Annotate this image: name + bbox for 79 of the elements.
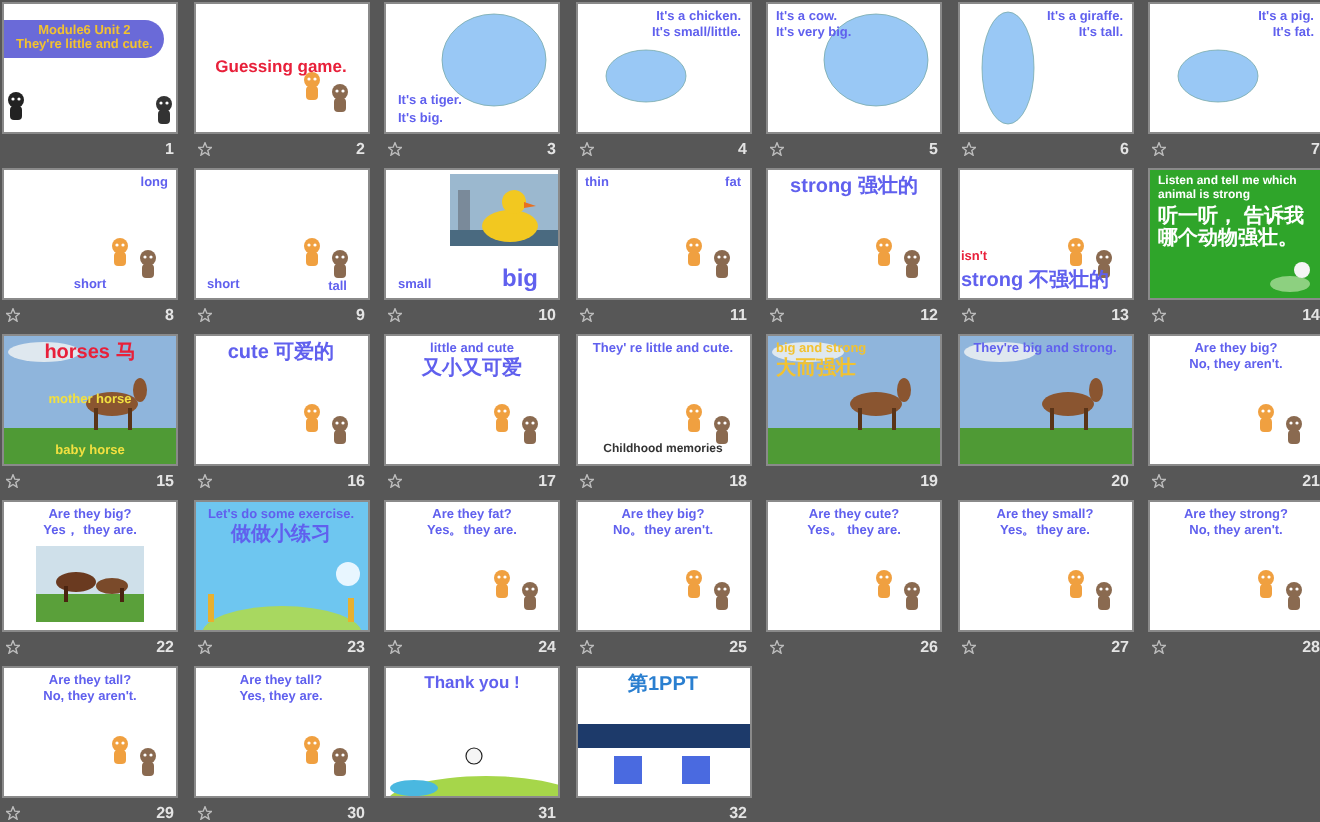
ellipse-shape xyxy=(604,49,686,103)
star-icon[interactable] xyxy=(388,142,402,156)
slide-text: horses 马 xyxy=(44,342,136,365)
star-icon[interactable] xyxy=(770,308,784,322)
slide-number: 15 xyxy=(156,472,174,490)
star-icon[interactable] xyxy=(388,308,402,322)
slide-number: 1 xyxy=(165,140,174,158)
slide-text: 大而强壮 xyxy=(776,358,856,382)
slide-number: 2 xyxy=(356,140,365,158)
slide-number: 31 xyxy=(538,804,556,822)
slide-number: 7 xyxy=(1311,140,1320,158)
slide-text: 听一听， 告诉我哪个动物强壮。 xyxy=(1158,205,1306,252)
slide-number: 30 xyxy=(347,804,365,822)
slide-number: 21 xyxy=(1302,472,1320,490)
star-icon[interactable] xyxy=(197,640,211,654)
slide-thumbnail[interactable]: strong 强壮的 xyxy=(768,170,940,298)
star-icon[interactable] xyxy=(6,806,20,820)
star-icon[interactable] xyxy=(579,142,593,156)
star-icon[interactable] xyxy=(197,142,211,156)
slide-number: 27 xyxy=(1111,638,1129,656)
star-icon[interactable] xyxy=(961,640,975,654)
slide-number: 17 xyxy=(538,472,556,490)
star-icon[interactable] xyxy=(388,640,402,654)
star-icon[interactable] xyxy=(961,142,975,156)
star-icon[interactable] xyxy=(770,640,784,654)
slide-text: 做做小练习 xyxy=(231,524,331,548)
star-icon[interactable] xyxy=(1152,474,1166,488)
slide-text: cute 可爱的 xyxy=(227,342,335,365)
slide-number: 28 xyxy=(1302,638,1320,656)
slide-thumbnail[interactable]: 第1PPT xyxy=(577,668,749,796)
slide-number: 6 xyxy=(1120,140,1129,158)
slide-number: 32 xyxy=(729,804,747,822)
star-icon[interactable] xyxy=(1152,308,1166,322)
star-icon[interactable] xyxy=(1152,142,1166,156)
slide-text: strong 不强壮的 xyxy=(961,269,1109,292)
slide-thumbnail[interactable]: Guessing game. xyxy=(195,4,367,132)
slide-number: 24 xyxy=(538,638,556,656)
ellipse-shape xyxy=(980,11,1034,125)
star-icon[interactable] xyxy=(197,806,211,820)
slide-number: 10 xyxy=(538,306,556,324)
slide-text: Thank you ! xyxy=(424,674,520,694)
star-icon[interactable] xyxy=(6,308,20,322)
slide-thumbnail[interactable]: Thank you ! xyxy=(386,668,558,796)
slide-number: 19 xyxy=(920,472,938,490)
slide-number: 9 xyxy=(356,306,365,324)
star-icon[interactable] xyxy=(579,308,593,322)
slide-number: 20 xyxy=(1111,472,1129,490)
slide-text: strong 强壮的 xyxy=(790,176,918,199)
slide-number: 4 xyxy=(738,140,747,158)
slide-number: 22 xyxy=(156,638,174,656)
slide-number: 8 xyxy=(165,306,174,324)
star-icon[interactable] xyxy=(579,474,593,488)
slide-number: 16 xyxy=(347,472,365,490)
star-icon[interactable] xyxy=(1152,640,1166,654)
star-icon[interactable] xyxy=(197,474,211,488)
star-icon[interactable] xyxy=(6,474,20,488)
star-icon[interactable] xyxy=(770,142,784,156)
star-icon[interactable] xyxy=(197,308,211,322)
slide-number: 3 xyxy=(547,140,556,158)
slide-text: 又小又可爱 xyxy=(422,358,522,382)
slide-number: 11 xyxy=(730,306,747,324)
slide-number: 25 xyxy=(729,638,747,656)
slide-number: 5 xyxy=(929,140,938,158)
ellipse-shape xyxy=(1177,49,1259,103)
slide-text: 第1PPT xyxy=(627,674,698,697)
star-icon[interactable] xyxy=(6,640,20,654)
slide-number: 26 xyxy=(920,638,938,656)
star-icon[interactable] xyxy=(579,640,593,654)
slide-number: 13 xyxy=(1111,306,1129,324)
slide-number: 29 xyxy=(156,804,174,822)
slide-number: 14 xyxy=(1302,306,1320,324)
star-icon[interactable] xyxy=(388,474,402,488)
star-icon[interactable] xyxy=(961,308,975,322)
slide-text: Guessing game. xyxy=(215,58,347,78)
slide-number: 23 xyxy=(347,638,365,656)
slide-text: big xyxy=(502,266,538,294)
slide-number: 12 xyxy=(920,306,938,324)
slide-number: 18 xyxy=(729,472,747,490)
slide-thumbnail[interactable]: cute 可爱的 xyxy=(195,336,367,464)
